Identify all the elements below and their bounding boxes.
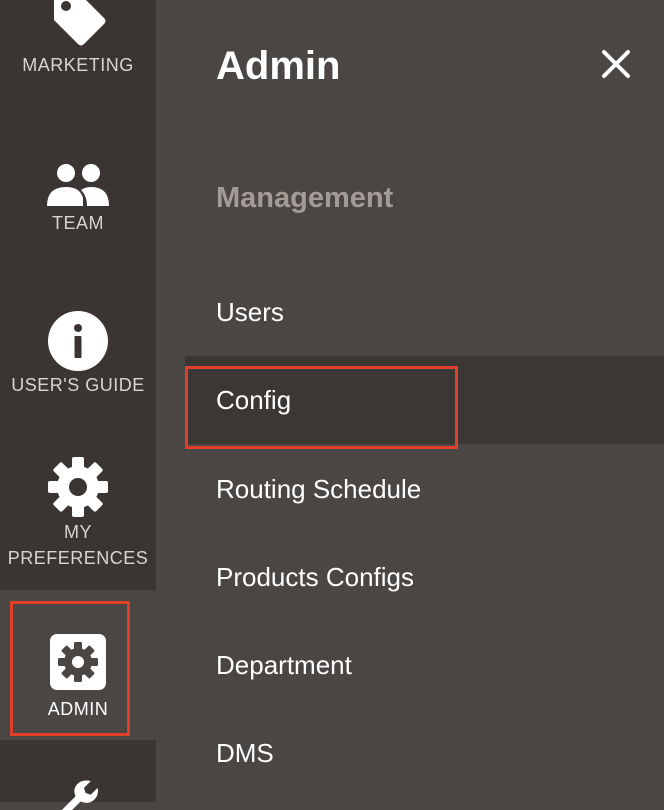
people-icon <box>47 164 109 206</box>
wrench-icon <box>61 780 98 810</box>
sidebar-item-users-guide[interactable]: USER'S GUIDE <box>0 310 156 410</box>
sidebar-item-label: MARKETING <box>22 55 134 75</box>
sidebar-item-my-preferences[interactable]: MY PREFERENCES <box>0 455 156 585</box>
page-title: Admin <box>216 44 341 88</box>
close-button[interactable] <box>596 44 636 84</box>
section-heading-management: Management <box>216 182 394 214</box>
sidebar-item-label: USER'S GUIDE <box>11 375 145 395</box>
menu-item-department[interactable]: Department <box>185 632 664 698</box>
sidebar-item-label-line2: PREFERENCES <box>7 548 149 568</box>
menu-item-dms[interactable]: DMS <box>185 720 664 786</box>
sidebar-item-team[interactable]: TEAM <box>0 162 156 262</box>
sidebar-item-label: TEAM <box>51 213 104 233</box>
tag-icon <box>54 0 106 46</box>
menu-item-products-configs[interactable]: Products Configs <box>185 544 664 610</box>
admin-highlight-box <box>10 601 130 736</box>
close-icon <box>602 50 630 78</box>
gear-icon <box>48 457 108 517</box>
sidebar-item-label-line1: MY <box>64 522 92 542</box>
sidebar-item-tools[interactable] <box>0 770 156 810</box>
menu-item-routing-schedule[interactable]: Routing Schedule <box>185 456 664 522</box>
info-icon <box>48 311 108 371</box>
menu-item-users[interactable]: Users <box>185 279 664 345</box>
config-highlight-box <box>185 366 458 449</box>
sidebar-item-marketing[interactable]: MARKETING <box>0 0 156 98</box>
